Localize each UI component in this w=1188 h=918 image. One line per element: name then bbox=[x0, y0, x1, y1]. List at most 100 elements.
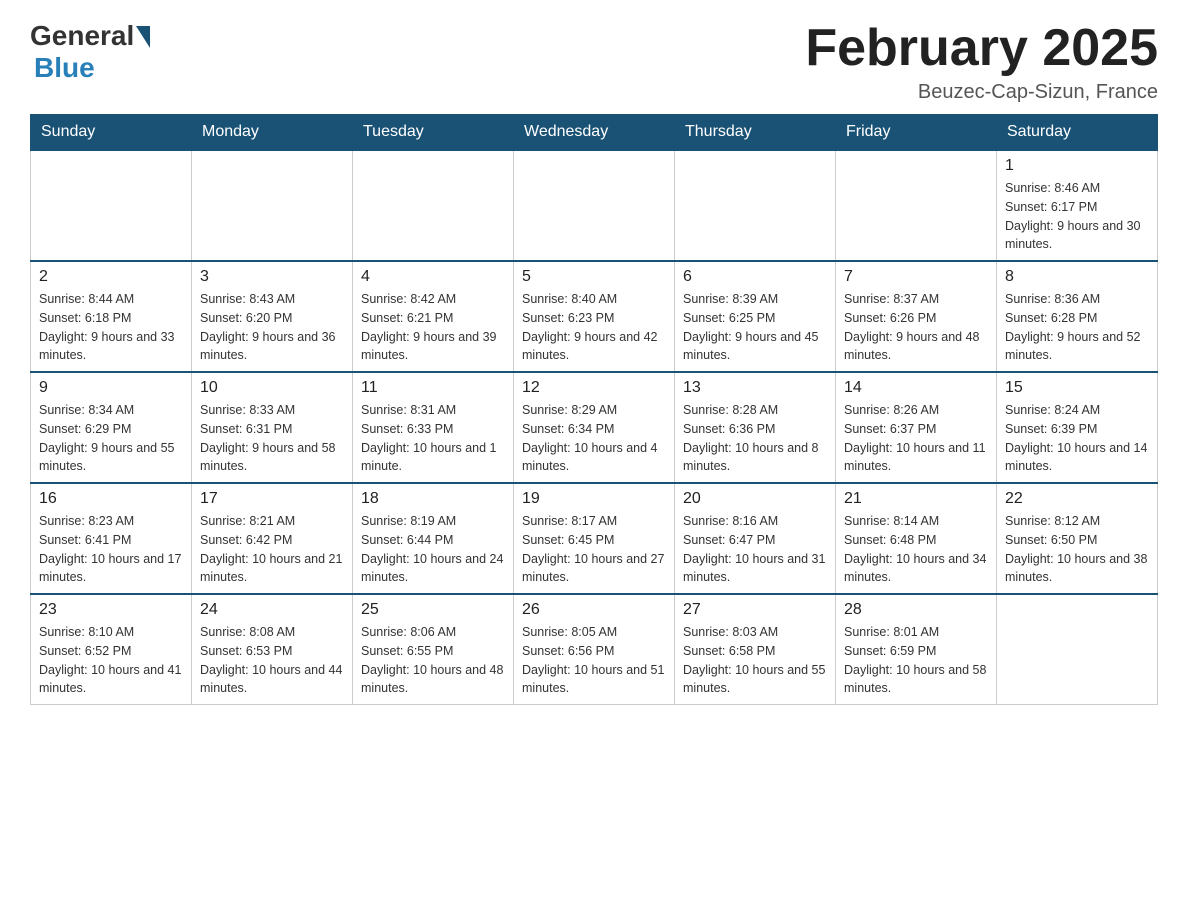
calendar-table: SundayMondayTuesdayWednesdayThursdayFrid… bbox=[30, 114, 1158, 705]
day-number: 2 bbox=[39, 268, 183, 286]
day-info: Sunrise: 8:19 AMSunset: 6:44 PMDaylight:… bbox=[361, 512, 505, 587]
day-number: 24 bbox=[200, 601, 344, 619]
day-number: 22 bbox=[1005, 490, 1149, 508]
calendar-week-row: 1Sunrise: 8:46 AMSunset: 6:17 PMDaylight… bbox=[31, 150, 1158, 261]
calendar-day-cell: 21 Sunrise: 8:14 AMSunset: 6:48 PMDayligh… bbox=[836, 483, 997, 594]
day-info: Sunrise: 8:40 AMSunset: 6:23 PMDaylight:… bbox=[522, 290, 666, 365]
calendar-week-row: 2 Sunrise: 8:44 AMSunset: 6:18 PMDaylight… bbox=[31, 261, 1158, 372]
calendar-day-cell: 11 Sunrise: 8:31 AMSunset: 6:33 PMDayligh… bbox=[353, 372, 514, 483]
day-number: 26 bbox=[522, 601, 666, 619]
calendar-day-cell: 15 Sunrise: 8:24 AMSunset: 6:39 PMDayligh… bbox=[997, 372, 1158, 483]
calendar-header-row: SundayMondayTuesdayWednesdayThursdayFrid… bbox=[31, 115, 1158, 151]
day-info: Sunrise: 8:06 AMSunset: 6:55 PMDaylight:… bbox=[361, 623, 505, 698]
day-number: 3 bbox=[200, 268, 344, 286]
calendar-week-row: 9 Sunrise: 8:34 AMSunset: 6:29 PMDaylight… bbox=[31, 372, 1158, 483]
day-number: 25 bbox=[361, 601, 505, 619]
day-number: 9 bbox=[39, 379, 183, 397]
day-number: 8 bbox=[1005, 268, 1149, 286]
calendar-day-cell: 3 Sunrise: 8:43 AMSunset: 6:20 PMDaylight… bbox=[192, 261, 353, 372]
day-info: Sunrise: 8:36 AMSunset: 6:28 PMDaylight:… bbox=[1005, 290, 1149, 365]
day-info: Sunrise: 8:01 AMSunset: 6:59 PMDaylight:… bbox=[844, 623, 988, 698]
day-info: Sunrise: 8:44 AMSunset: 6:18 PMDaylight:… bbox=[39, 290, 183, 365]
day-number: 18 bbox=[361, 490, 505, 508]
day-number: 4 bbox=[361, 268, 505, 286]
calendar-day-cell bbox=[353, 150, 514, 261]
day-number: 23 bbox=[39, 601, 183, 619]
calendar-header-friday: Friday bbox=[836, 115, 997, 151]
day-number: 13 bbox=[683, 379, 827, 397]
day-number: 1 bbox=[1005, 157, 1149, 175]
calendar-day-cell: 12 Sunrise: 8:29 AMSunset: 6:34 PMDayligh… bbox=[514, 372, 675, 483]
calendar-day-cell: 5 Sunrise: 8:40 AMSunset: 6:23 PMDaylight… bbox=[514, 261, 675, 372]
day-number: 17 bbox=[200, 490, 344, 508]
day-number: 7 bbox=[844, 268, 988, 286]
calendar-day-cell bbox=[836, 150, 997, 261]
calendar-day-cell: 2 Sunrise: 8:44 AMSunset: 6:18 PMDaylight… bbox=[31, 261, 192, 372]
calendar-day-cell: 18 Sunrise: 8:19 AMSunset: 6:44 PMDayligh… bbox=[353, 483, 514, 594]
calendar-day-cell: 13 Sunrise: 8:28 AMSunset: 6:36 PMDayligh… bbox=[675, 372, 836, 483]
logo: General Blue bbox=[30, 20, 150, 84]
logo-arrow-icon bbox=[136, 26, 150, 48]
day-number: 10 bbox=[200, 379, 344, 397]
location: Beuzec-Cap-Sizun, France bbox=[805, 81, 1158, 104]
day-info: Sunrise: 8:03 AMSunset: 6:58 PMDaylight:… bbox=[683, 623, 827, 698]
calendar-header-thursday: Thursday bbox=[675, 115, 836, 151]
day-number: 14 bbox=[844, 379, 988, 397]
calendar-day-cell: 20 Sunrise: 8:16 AMSunset: 6:47 PMDayligh… bbox=[675, 483, 836, 594]
calendar-header-saturday: Saturday bbox=[997, 115, 1158, 151]
calendar-day-cell: 8 Sunrise: 8:36 AMSunset: 6:28 PMDaylight… bbox=[997, 261, 1158, 372]
logo-general-text: General bbox=[30, 20, 134, 52]
calendar-day-cell: 22 Sunrise: 8:12 AMSunset: 6:50 PMDayligh… bbox=[997, 483, 1158, 594]
day-number: 19 bbox=[522, 490, 666, 508]
title-block: February 2025 Beuzec-Cap-Sizun, France bbox=[805, 20, 1158, 104]
day-info: Sunrise: 8:12 AMSunset: 6:50 PMDaylight:… bbox=[1005, 512, 1149, 587]
calendar-week-row: 16 Sunrise: 8:23 AMSunset: 6:41 PMDayligh… bbox=[31, 483, 1158, 594]
day-number: 5 bbox=[522, 268, 666, 286]
day-info: Sunrise: 8:33 AMSunset: 6:31 PMDaylight:… bbox=[200, 401, 344, 476]
calendar-week-row: 23Sunrise: 8:10 AMSunset: 6:52 PMDayligh… bbox=[31, 594, 1158, 705]
day-number: 21 bbox=[844, 490, 988, 508]
page-header: General Blue February 2025 Beuzec-Cap-Si… bbox=[30, 20, 1158, 104]
day-info: Sunrise: 8:34 AMSunset: 6:29 PMDaylight:… bbox=[39, 401, 183, 476]
day-info: Sunrise: 8:26 AMSunset: 6:37 PMDaylight:… bbox=[844, 401, 988, 476]
calendar-day-cell: 26 Sunrise: 8:05 AMSunset: 6:56 PMDayligh… bbox=[514, 594, 675, 705]
calendar-header-sunday: Sunday bbox=[31, 115, 192, 151]
calendar-day-cell: 24 Sunrise: 8:08 AMSunset: 6:53 PMDayligh… bbox=[192, 594, 353, 705]
calendar-header-tuesday: Tuesday bbox=[353, 115, 514, 151]
day-info: Sunrise: 8:14 AMSunset: 6:48 PMDaylight:… bbox=[844, 512, 988, 587]
calendar-day-cell: 7 Sunrise: 8:37 AMSunset: 6:26 PMDaylight… bbox=[836, 261, 997, 372]
calendar-day-cell bbox=[31, 150, 192, 261]
day-info: Sunrise: 8:39 AMSunset: 6:25 PMDaylight:… bbox=[683, 290, 827, 365]
day-number: 16 bbox=[39, 490, 183, 508]
day-info: Sunrise: 8:28 AMSunset: 6:36 PMDaylight:… bbox=[683, 401, 827, 476]
calendar-day-cell bbox=[514, 150, 675, 261]
day-info: Sunrise: 8:08 AMSunset: 6:53 PMDaylight:… bbox=[200, 623, 344, 698]
month-title: February 2025 bbox=[805, 20, 1158, 77]
calendar-day-cell: 10 Sunrise: 8:33 AMSunset: 6:31 PMDayligh… bbox=[192, 372, 353, 483]
calendar-day-cell: 9 Sunrise: 8:34 AMSunset: 6:29 PMDaylight… bbox=[31, 372, 192, 483]
calendar-day-cell bbox=[997, 594, 1158, 705]
calendar-day-cell: 6 Sunrise: 8:39 AMSunset: 6:25 PMDaylight… bbox=[675, 261, 836, 372]
day-number: 11 bbox=[361, 379, 505, 397]
day-number: 6 bbox=[683, 268, 827, 286]
day-info: Sunrise: 8:17 AMSunset: 6:45 PMDaylight:… bbox=[522, 512, 666, 587]
day-info: Sunrise: 8:23 AMSunset: 6:41 PMDaylight:… bbox=[39, 512, 183, 587]
day-number: 12 bbox=[522, 379, 666, 397]
day-info: Sunrise: 8:37 AMSunset: 6:26 PMDaylight:… bbox=[844, 290, 988, 365]
calendar-header-monday: Monday bbox=[192, 115, 353, 151]
calendar-day-cell: 16 Sunrise: 8:23 AMSunset: 6:41 PMDayligh… bbox=[31, 483, 192, 594]
day-info: Sunrise: 8:31 AMSunset: 6:33 PMDaylight:… bbox=[361, 401, 505, 476]
day-info: Sunrise: 8:16 AMSunset: 6:47 PMDaylight:… bbox=[683, 512, 827, 587]
day-number: 20 bbox=[683, 490, 827, 508]
day-info: Sunrise: 8:42 AMSunset: 6:21 PMDaylight:… bbox=[361, 290, 505, 365]
calendar-day-cell bbox=[675, 150, 836, 261]
day-info: Sunrise: 8:43 AMSunset: 6:20 PMDaylight:… bbox=[200, 290, 344, 365]
calendar-day-cell: 17Sunrise: 8:21 AMSunset: 6:42 PMDayligh… bbox=[192, 483, 353, 594]
day-info: Sunrise: 8:05 AMSunset: 6:56 PMDaylight:… bbox=[522, 623, 666, 698]
day-info: Sunrise: 8:29 AMSunset: 6:34 PMDaylight:… bbox=[522, 401, 666, 476]
day-number: 15 bbox=[1005, 379, 1149, 397]
day-info: Sunrise: 8:24 AMSunset: 6:39 PMDaylight:… bbox=[1005, 401, 1149, 476]
logo-blue-text: Blue bbox=[34, 52, 95, 84]
day-number: 28 bbox=[844, 601, 988, 619]
calendar-header-wednesday: Wednesday bbox=[514, 115, 675, 151]
